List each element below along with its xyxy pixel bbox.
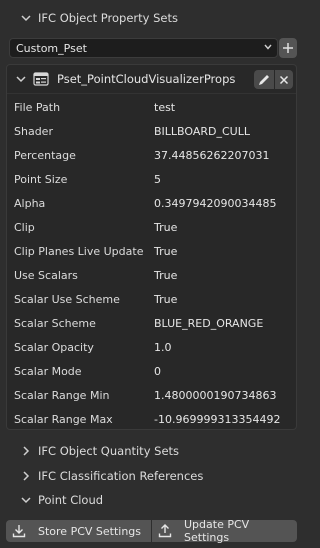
chevron-right-icon: [20, 470, 32, 482]
property-value: True: [154, 268, 178, 282]
chevron-down-icon: [20, 12, 32, 24]
property-row: Use Scalars True: [7, 263, 296, 287]
section-label: IFC Classification References: [38, 469, 204, 483]
property-row: Point Size 5: [7, 167, 296, 191]
panel-title: IFC Object Property Sets: [38, 11, 178, 25]
property-key: Scalar Opacity: [14, 340, 94, 354]
property-row: Scalar Opacity 1.0: [7, 335, 296, 359]
property-key: Scalar Mode: [14, 364, 82, 378]
property-value: True: [154, 292, 178, 306]
chevron-down-icon: [20, 494, 32, 506]
close-icon: [279, 75, 289, 84]
property-key: Alpha: [14, 196, 46, 210]
property-row: Clip True: [7, 215, 296, 239]
property-key: Scalar Range Min: [14, 388, 110, 402]
property-row: Scalar Mode 0: [7, 359, 296, 383]
property-value: BILLBOARD_CULL: [154, 124, 250, 138]
property-value: test: [154, 100, 176, 114]
property-row: File Path test: [7, 95, 296, 119]
property-key: Percentage: [14, 148, 76, 162]
property-row: Shader BILLBOARD_CULL: [7, 119, 296, 143]
property-row: Scalar Use Scheme True: [7, 287, 296, 311]
property-value: 1.4800000190734863: [154, 388, 277, 402]
chevron-right-icon: [20, 445, 32, 457]
property-row: Clip Planes Live Update True: [7, 239, 296, 263]
pencil-icon: [259, 74, 269, 85]
property-value: BLUE_RED_ORANGE: [154, 316, 264, 330]
update-label: Update PCV Settings: [184, 518, 250, 544]
property-sets-panel-header[interactable]: IFC Object Property Sets: [0, 5, 303, 31]
section-point-cloud[interactable]: Point Cloud: [0, 488, 303, 512]
property-value: 0: [154, 364, 161, 378]
add-pset-button[interactable]: [279, 38, 297, 58]
property-key: Shader: [14, 124, 53, 138]
chevron-down-icon: [261, 42, 275, 55]
pset-selector-dropdown[interactable]: Custom_Pset: [9, 38, 278, 58]
section-quantity-sets[interactable]: IFC Object Quantity Sets: [0, 439, 303, 463]
property-value: 37.44856262207031: [154, 148, 270, 162]
property-value: 0.3497942090034485: [154, 196, 277, 210]
update-pcv-settings-button[interactable]: Update PCV Settings: [152, 518, 297, 544]
pset-header[interactable]: Pset_PointCloudVisualizerProps: [7, 65, 296, 94]
property-key: Use Scalars: [14, 268, 78, 282]
section-classification-references[interactable]: IFC Classification References: [0, 464, 303, 488]
property-row: Scalar Range Min 1.4800000190734863: [7, 383, 296, 407]
property-set-icon: [33, 72, 49, 86]
property-value: True: [154, 220, 178, 234]
property-value: True: [154, 244, 178, 258]
plus-icon: [283, 43, 293, 53]
property-value: 5: [154, 172, 161, 186]
download-icon: [12, 524, 26, 538]
property-value: -10.969999313354492: [154, 412, 281, 426]
property-value: 1.0: [154, 340, 172, 354]
property-row: Scalar Scheme BLUE_RED_ORANGE: [7, 311, 296, 335]
property-key: Scalar Scheme: [14, 316, 96, 330]
section-label: IFC Object Quantity Sets: [38, 444, 180, 458]
property-key: Scalar Range Max: [14, 412, 113, 426]
chevron-down-icon[interactable]: [15, 73, 27, 85]
pset-selector-value: Custom_Pset: [16, 41, 87, 55]
property-key: File Path: [14, 100, 61, 114]
store-label: Store PCV Settings: [38, 524, 142, 538]
property-key: Clip: [14, 220, 35, 234]
section-label: Point Cloud: [38, 493, 104, 507]
property-row: Alpha 0.3497942090034485: [7, 191, 296, 215]
upload-icon: [158, 524, 172, 538]
edit-pset-button[interactable]: [254, 70, 274, 89]
property-key: Scalar Use Scheme: [14, 292, 120, 306]
pset-box: Pset_PointCloudVisualizerProps File Path…: [6, 64, 297, 430]
property-key: Point Size: [14, 172, 68, 186]
property-row: Scalar Range Max -10.969999313354492: [7, 407, 296, 431]
property-key: Clip Planes Live Update: [14, 244, 144, 258]
property-row: Percentage 37.44856262207031: [7, 143, 296, 167]
store-pcv-settings-button[interactable]: Store PCV Settings: [6, 520, 151, 542]
pcv-button-bar: Store PCV Settings Update PCV Settings: [6, 518, 297, 544]
remove-pset-button[interactable]: [275, 70, 293, 89]
